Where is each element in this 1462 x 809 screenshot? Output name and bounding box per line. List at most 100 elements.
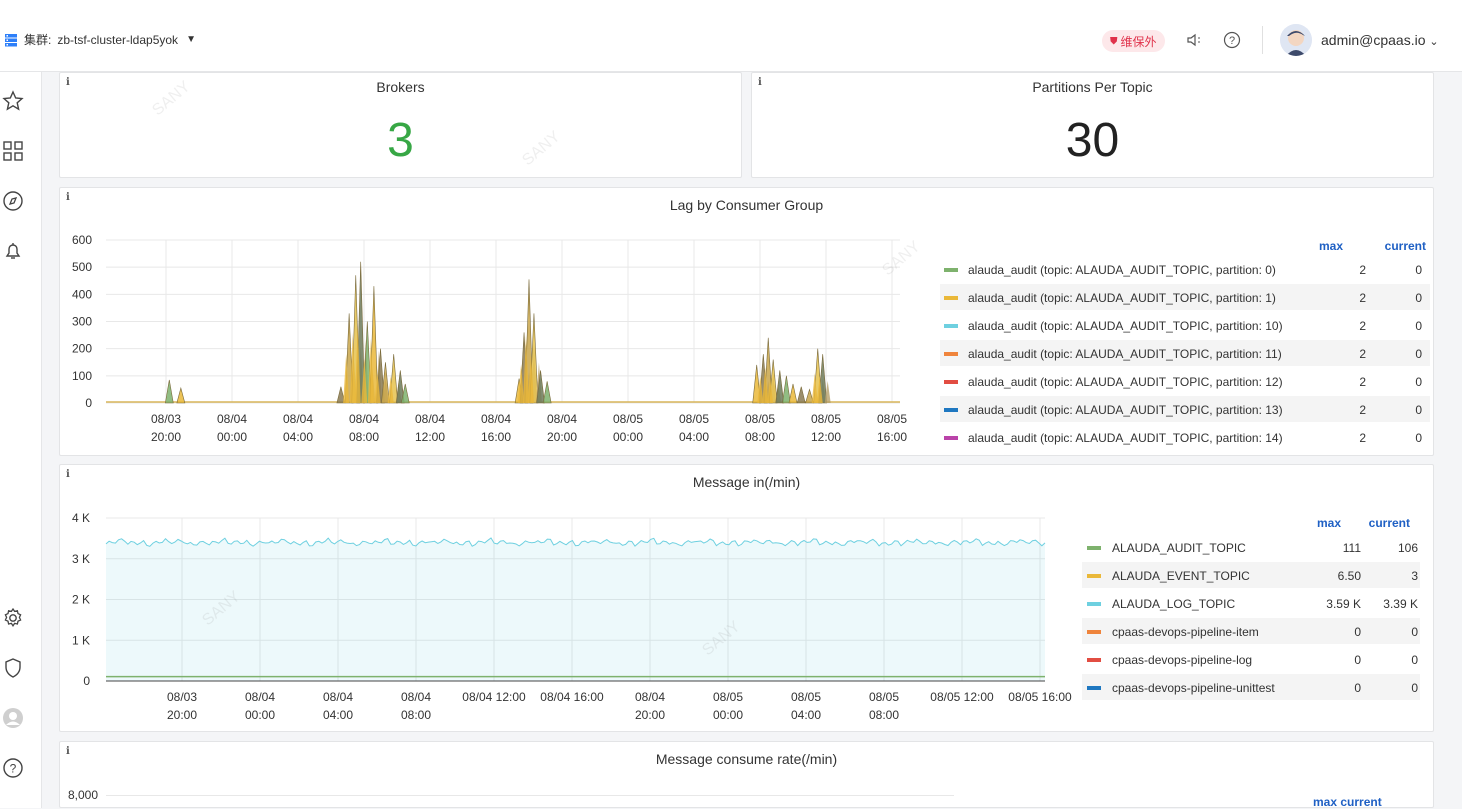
y-tick-label: 200 [72, 342, 92, 356]
legend-max-header: max [1319, 239, 1343, 253]
gear-icon[interactable] [2, 607, 24, 629]
gridline [106, 795, 954, 796]
x-tick-label: 08:00 [349, 430, 379, 444]
compass-icon[interactable] [2, 190, 24, 212]
legend-max: 6.50 [1338, 569, 1362, 583]
help-icon[interactable]: ? [2, 757, 24, 779]
user-name: admin@cpaas.io [1321, 32, 1426, 48]
cluster-selector[interactable]: 集群: zb-tsf-cluster-ldap5yok ▼ [4, 31, 196, 48]
legend-label: alauda_audit (topic: ALAUDA_AUDIT_TOPIC,… [968, 347, 1282, 361]
x-tick-label: 00:00 [245, 708, 275, 722]
legend-swatch [944, 408, 958, 412]
x-tick-label: 08/05 12:00 [930, 690, 994, 704]
x-tick-label: 08/05 [745, 412, 775, 426]
legend-max: 0 [1354, 625, 1361, 639]
legend-max: 2 [1359, 375, 1366, 389]
consume-rate-panel: i Message consume rate(/min) 8,000 max c… [59, 741, 1434, 809]
x-tick-label: 08/05 [791, 690, 821, 704]
x-tick-label: 04:00 [323, 708, 353, 722]
legend-current: 0 [1411, 625, 1418, 639]
legend-max-header: max [1317, 516, 1341, 530]
legend-label: ALAUDA_AUDIT_TOPIC [1112, 541, 1246, 555]
cluster-icon [5, 33, 17, 46]
series-area [106, 538, 1045, 681]
legend-current: 3 [1411, 569, 1418, 583]
legend-label: cpaas-devops-pipeline-log [1112, 653, 1252, 667]
x-tick-label: 08/05 [811, 412, 841, 426]
x-tick-label: 08/05 [713, 690, 743, 704]
lag-chart: 600500400300200100008/0320:0008/0400:000… [72, 233, 1430, 445]
legend-max: 2 [1359, 403, 1366, 417]
chevron-down-icon: ▼ [186, 34, 196, 45]
legend-swatch [944, 268, 958, 272]
shield-icon[interactable] [2, 657, 24, 679]
x-tick-label: 04:00 [679, 430, 709, 444]
legend-current-header: current [1385, 239, 1426, 253]
x-tick-label: 08/04 [245, 690, 275, 704]
partitions-value: 30 [1065, 114, 1120, 167]
x-tick-label: 20:00 [547, 430, 577, 444]
cluster-label: 集群: [24, 33, 52, 47]
legend-current: 0 [1415, 291, 1422, 305]
legend-max: 111 [1343, 541, 1362, 555]
legend-current: 0 [1411, 681, 1418, 695]
y-tick-label: 100 [72, 369, 92, 383]
legend-label: alauda_audit (topic: ALAUDA_AUDIT_TOPIC,… [968, 403, 1283, 417]
bell-icon[interactable] [2, 240, 24, 262]
x-tick-label: 08:00 [401, 708, 431, 722]
avatar[interactable] [1280, 24, 1312, 56]
x-tick-label: 08/04 [415, 412, 445, 426]
data-spike [788, 383, 798, 404]
legend-current-header: current [1369, 516, 1410, 530]
sidebar: ? [0, 72, 42, 808]
message-in-chart: 4 K 3 K 2 K 1 K 0 08/03 20:00 08/04 00:00 08/04 04… [72, 511, 1420, 722]
x-tick-label: 00:00 [613, 430, 643, 444]
x-tick-label: 08/04 [349, 412, 379, 426]
legend-swatch [1087, 602, 1101, 606]
legend-max: 3.59 K [1326, 597, 1361, 611]
legend-max: 2 [1359, 263, 1366, 277]
y-tick-label: 600 [72, 233, 92, 247]
user-menu[interactable]: admin@cpaas.io ⌄ [1321, 32, 1439, 48]
legend-swatch [1087, 658, 1101, 662]
legend-current: 0 [1415, 347, 1422, 361]
x-tick-label: 20:00 [635, 708, 665, 722]
legend-label: ALAUDA_EVENT_TOPIC [1112, 569, 1250, 583]
x-tick-label: 08/05 [877, 412, 907, 426]
help-icon[interactable]: ? [1222, 30, 1242, 50]
message-in-panel: i Message in(/min) 4 K3 K2 K1 K 0 08/03 20:… [59, 464, 1434, 732]
x-tick-label: 16:00 [877, 430, 907, 444]
y-tick-label: 2 K [72, 593, 90, 607]
panel-title: Message consume rate(/min) [655, 751, 838, 767]
legend-swatch [944, 324, 958, 328]
x-tick-label: 08/04 [283, 412, 313, 426]
y-tick-label: 500 [72, 260, 92, 274]
legend-max: 0 [1354, 681, 1361, 695]
legend-current: 106 [1398, 541, 1418, 555]
x-tick-label: 08:00 [745, 430, 775, 444]
data-spike [542, 381, 552, 404]
x-tick-label: 08/05 [679, 412, 709, 426]
partitions-panel: i Partitions Per Topic 30 [751, 72, 1434, 178]
legend-max: 2 [1359, 291, 1366, 305]
legend-swatch [1087, 546, 1101, 550]
legend-max: 0 [1354, 653, 1361, 667]
legend-current: 0 [1415, 319, 1422, 333]
y-tick-label: 400 [72, 287, 92, 301]
x-tick-label: 08/03 [167, 690, 197, 704]
announcement-icon[interactable] [1184, 30, 1204, 50]
x-tick-label: 08/05 [613, 412, 643, 426]
shield-icon: ⛊ [1110, 35, 1118, 47]
legend-label: cpaas-devops-pipeline-item [1112, 625, 1259, 639]
user-icon[interactable] [2, 707, 24, 729]
x-tick-label: 08/04 [481, 412, 511, 426]
legend-swatch [1087, 630, 1101, 634]
legend-max: 2 [1359, 431, 1366, 445]
star-icon[interactable] [2, 90, 24, 112]
legend-max: 2 [1359, 347, 1366, 361]
legend-label: cpaas-devops-pipeline-unittest [1112, 681, 1275, 695]
grid-icon[interactable] [2, 140, 24, 162]
x-tick-label: 20:00 [167, 708, 197, 722]
y-tick-label: 300 [72, 315, 92, 329]
legend-max: 2 [1359, 319, 1366, 333]
